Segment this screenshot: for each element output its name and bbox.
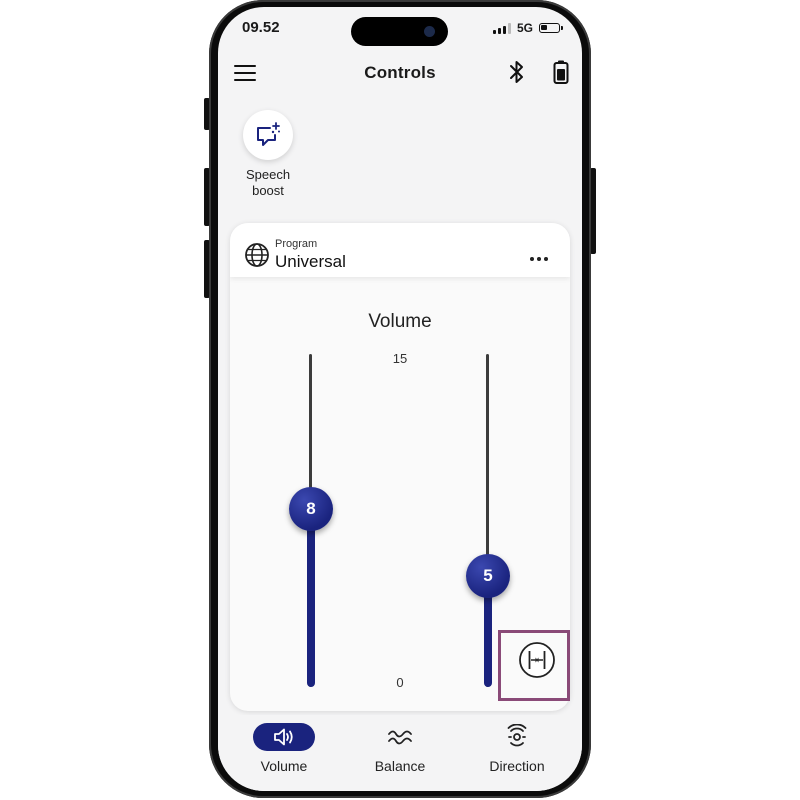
direction-icon [507, 724, 527, 747]
status-time: 09.52 [242, 19, 280, 36]
dynamic-island [351, 17, 448, 46]
nav-direction-pill [486, 723, 548, 751]
program-caption: Program [275, 238, 318, 250]
nav-balance-label: Balance [374, 758, 426, 774]
nav-volume-pill [253, 723, 315, 751]
network-type: 5G [516, 21, 533, 35]
speech-boost-control[interactable]: Speech boost [238, 110, 298, 199]
signal-icon [492, 22, 511, 34]
nav-balance-pill [369, 723, 431, 751]
scale-max-label: 15 [392, 351, 408, 366]
globe-icon [245, 243, 269, 267]
page-title: Controls [364, 63, 436, 82]
program-selector[interactable]: Program Universal [230, 223, 570, 277]
nav-balance[interactable]: Balance [350, 723, 450, 774]
program-name: Universal [275, 252, 346, 271]
camera-icon [424, 26, 435, 37]
device-battery-icon[interactable] [552, 59, 570, 90]
slider-fill [307, 509, 315, 687]
speech-boost-label: Speech boost [245, 167, 291, 198]
bottom-navigation: Volume Balance Direction [218, 715, 582, 791]
phone-battery-icon [539, 23, 563, 33]
left-volume-slider[interactable]: 8 [289, 354, 333, 687]
speech-boost-button[interactable] [243, 110, 293, 160]
nav-direction-label: Direction [489, 758, 545, 774]
speech-boost-icon [257, 122, 280, 146]
left-volume-knob[interactable]: 8 [289, 487, 333, 532]
speaker-icon [274, 728, 293, 746]
balance-wave-icon [388, 730, 412, 745]
nav-direction[interactable]: Direction [467, 723, 567, 774]
more-horizontal-icon[interactable] [530, 257, 548, 261]
bluetooth-icon[interactable] [508, 59, 526, 90]
app-header: Controls [218, 51, 582, 91]
volume-title: Volume [368, 311, 432, 332]
highlight-box [498, 630, 570, 701]
nav-volume[interactable]: Volume [234, 723, 334, 774]
nav-volume-label: Volume [260, 758, 308, 774]
status-indicators: 5G [492, 21, 563, 35]
right-volume-knob[interactable]: 5 [466, 554, 510, 598]
